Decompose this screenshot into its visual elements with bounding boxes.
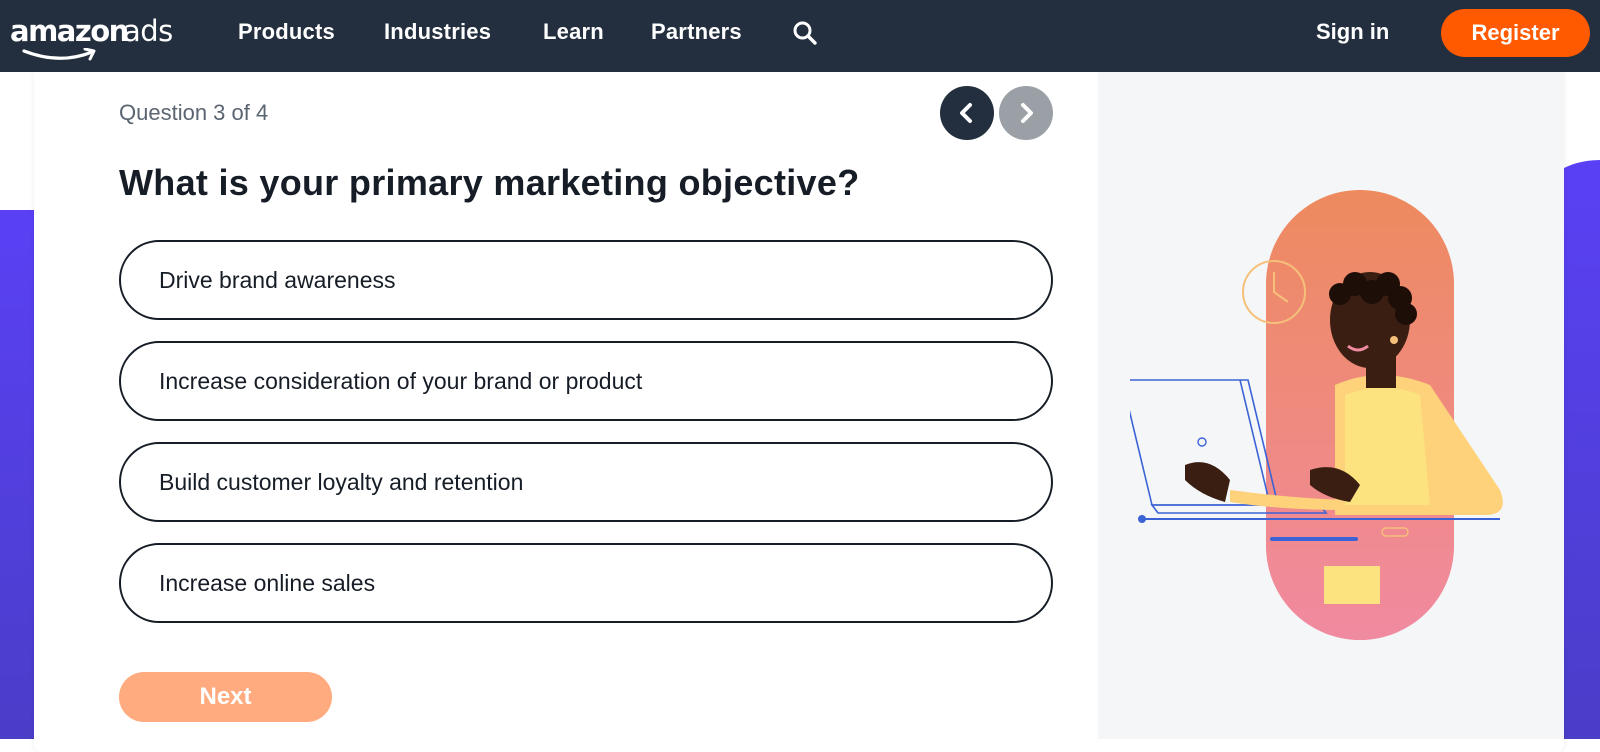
nav-item-products[interactable]: Products [238,19,335,45]
nav-item-learn[interactable]: Learn [543,19,604,45]
smile-arrow-icon [22,48,96,61]
top-navigation: amazon ads Products Industries Learn Par… [0,0,1600,72]
next-question-arrow-button[interactable] [999,86,1053,140]
nav-item-industries[interactable]: Industries [384,19,491,45]
register-button[interactable]: Register [1441,9,1590,57]
woman-with-laptop-illustration [1130,190,1503,640]
sign-in-link[interactable]: Sign in [1316,19,1389,45]
chevron-left-icon [960,103,972,123]
question-title: What is your primary marketing objective… [119,162,860,203]
next-button[interactable]: Next [119,672,332,722]
option-build-loyalty[interactable]: Build customer loyalty and retention [119,442,1053,522]
amazon-ads-logo[interactable]: amazon ads [10,10,190,62]
option-drive-brand-awareness[interactable]: Drive brand awareness [119,240,1053,320]
nav-item-partners[interactable]: Partners [651,19,742,45]
option-increase-online-sales[interactable]: Increase online sales [119,543,1053,623]
option-increase-consideration[interactable]: Increase consideration of your brand or … [119,341,1053,421]
search-icon[interactable] [792,20,818,46]
question-progress: Question 3 of 4 [119,100,269,125]
previous-question-button[interactable] [940,86,994,140]
chevron-right-icon [1021,103,1033,123]
